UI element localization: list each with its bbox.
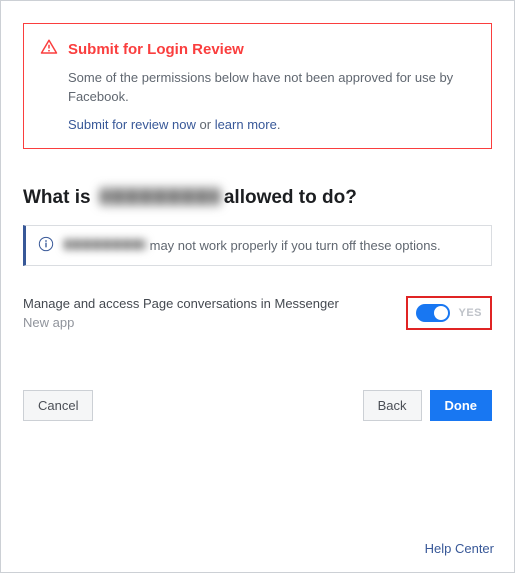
- back-button[interactable]: Back: [363, 390, 422, 421]
- permission-row: Manage and access Page conversations in …: [23, 296, 492, 330]
- help-center-link[interactable]: Help Center: [425, 541, 494, 556]
- login-review-alert: Submit for Login Review Some of the perm…: [23, 23, 492, 149]
- info-icon: [38, 236, 54, 255]
- warning-icon: [40, 38, 58, 61]
- done-button[interactable]: Done: [430, 390, 493, 421]
- permission-sublabel: New app: [23, 315, 339, 330]
- learn-more-link[interactable]: learn more: [215, 117, 277, 132]
- info-box: may not work properly if you turn off th…: [23, 225, 492, 266]
- permission-label: Manage and access Page conversations in …: [23, 296, 339, 311]
- alert-body: Some of the permissions below have not b…: [68, 69, 475, 107]
- permission-toggle[interactable]: [416, 304, 450, 322]
- button-row: Cancel Back Done: [23, 390, 492, 421]
- section-title: What is allowed to do?: [23, 187, 492, 209]
- submit-review-link[interactable]: Submit for review now: [68, 117, 196, 132]
- cancel-button[interactable]: Cancel: [23, 390, 93, 421]
- info-text: may not work properly if you turn off th…: [150, 238, 441, 253]
- alert-actions: Submit for review now or learn more.: [68, 117, 475, 132]
- toggle-state-label: YES: [458, 307, 482, 319]
- alert-title: Submit for Login Review: [68, 41, 244, 58]
- permission-toggle-highlight: YES: [406, 296, 492, 330]
- app-name-redacted-small: [64, 239, 146, 250]
- app-name-redacted: [100, 188, 220, 205]
